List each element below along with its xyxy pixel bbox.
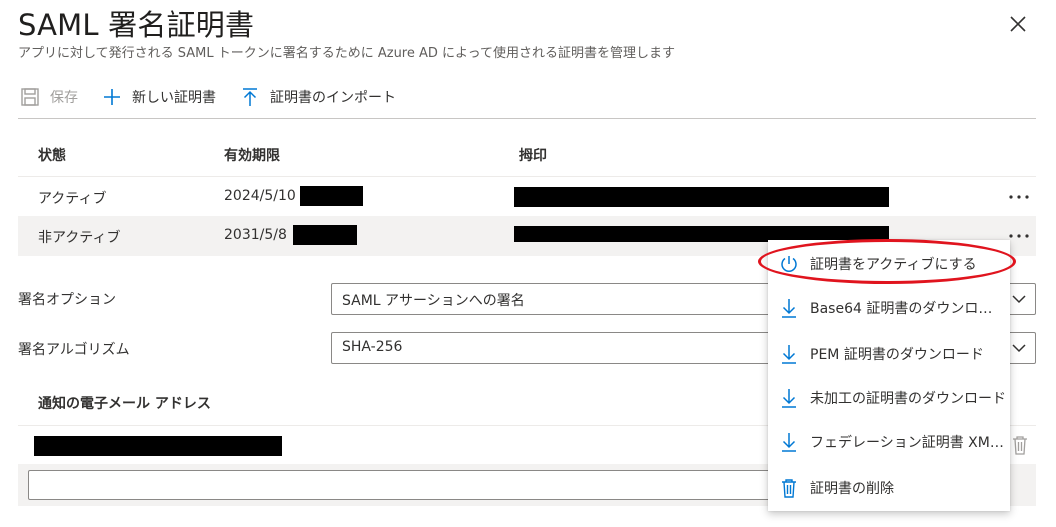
menu-item-activate-certificate[interactable]: 証明書をアクティブにする [768, 242, 1010, 286]
menu-item-label: 証明書をアクティブにする [810, 257, 977, 273]
download-icon [778, 343, 800, 365]
download-icon [778, 431, 800, 453]
delete-email-button[interactable] [1010, 434, 1030, 460]
page-title: SAML 署名証明書 [18, 8, 255, 42]
context-menu: 証明書をアクティブにする Base64 証明書のダウンロード PEM 証明書のダ… [768, 240, 1010, 511]
column-header-status: 状態 [38, 148, 66, 164]
redacted-email [34, 436, 282, 456]
save-icon [18, 85, 42, 109]
menu-item-delete-certificate[interactable]: 証明書の削除 [768, 466, 1010, 510]
menu-item-label: フェデレーション証明書 XML のダウンロード [810, 435, 1006, 451]
trash-icon [1013, 436, 1027, 455]
redacted-block [300, 186, 363, 206]
close-icon [1010, 16, 1026, 32]
redacted-thumbprint [514, 187, 889, 207]
save-button[interactable]: 保存 [18, 85, 78, 109]
signing-algorithm-label: 署名アルゴリズム [18, 342, 130, 358]
menu-item-download-base64[interactable]: Base64 証明書のダウンロード [768, 286, 1010, 330]
table-row[interactable]: アクティブ 2024/5/10 [18, 176, 1036, 216]
email-input[interactable] [28, 470, 788, 500]
power-icon [778, 253, 800, 275]
upload-icon [238, 85, 262, 109]
save-label: 保存 [50, 90, 78, 106]
menu-item-label: 未加工の証明書のダウンロード [810, 391, 1006, 407]
ellipsis-icon [1009, 195, 1029, 199]
download-icon [778, 297, 800, 319]
page-subtitle: アプリに対して発行される SAML トークンに署名するために Azure AD … [18, 46, 675, 61]
expiry-cell: 2024/5/10 [224, 188, 296, 204]
new-certificate-button[interactable]: 新しい証明書 [100, 85, 216, 109]
menu-item-label: PEM 証明書のダウンロード [810, 347, 984, 363]
column-header-expiry: 有効期限 [224, 148, 280, 164]
chevron-down-icon [1011, 341, 1027, 359]
download-icon [778, 387, 800, 409]
more-actions-button[interactable] [1006, 185, 1032, 209]
import-certificate-label: 証明書のインポート [270, 90, 396, 106]
redacted-block [293, 225, 357, 245]
menu-item-label: Base64 証明書のダウンロード [810, 301, 1006, 317]
chevron-down-icon [1011, 292, 1027, 310]
menu-item-download-raw[interactable]: 未加工の証明書のダウンロード [768, 376, 1010, 420]
expiry-cell: 2031/5/8 [224, 227, 287, 243]
new-certificate-label: 新しい証明書 [132, 90, 216, 106]
close-button[interactable] [1004, 10, 1032, 38]
signing-algorithm-value: SHA-256 [342, 339, 403, 355]
status-cell: アクティブ [38, 191, 107, 207]
notification-email-heading: 通知の電子メール アドレス [38, 396, 211, 412]
signing-option-value: SAML アサーションへの署名 [342, 293, 525, 309]
menu-item-download-pem[interactable]: PEM 証明書のダウンロード [768, 332, 1010, 376]
divider [18, 118, 1036, 119]
menu-item-download-federation-xml[interactable]: フェデレーション証明書 XML のダウンロード [768, 420, 1010, 464]
signing-option-label: 署名オプション [18, 292, 116, 308]
column-header-thumbprint: 拇印 [519, 148, 547, 164]
status-cell: 非アクティブ [38, 230, 121, 246]
ellipsis-icon [1009, 234, 1029, 238]
trash-icon [778, 477, 800, 499]
command-bar: 保存 新しい証明書 証明書のインポート [18, 80, 418, 114]
import-certificate-button[interactable]: 証明書のインポート [238, 85, 396, 109]
plus-icon [100, 85, 124, 109]
menu-item-label: 証明書の削除 [810, 481, 894, 497]
